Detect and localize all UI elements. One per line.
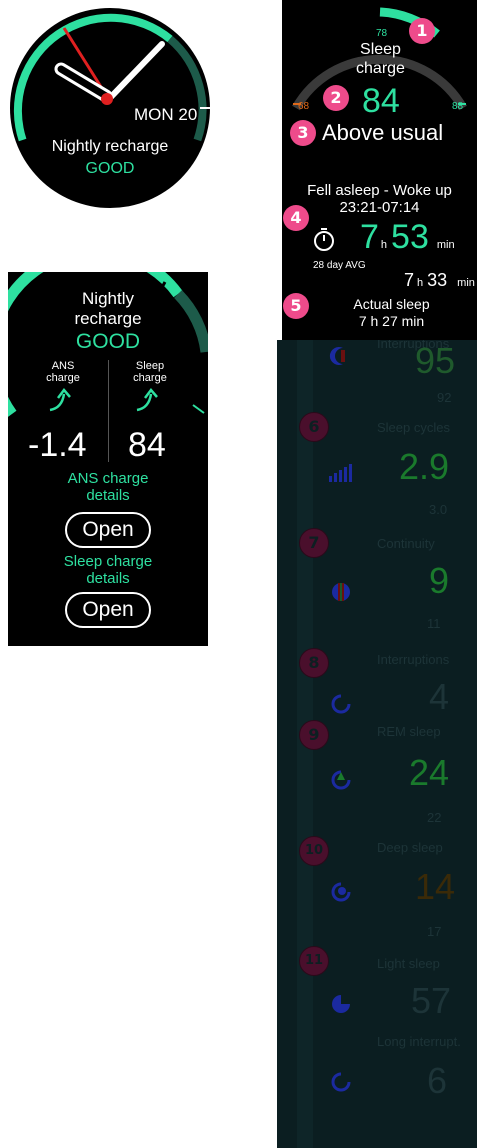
sleep-charge-title-line2: charge [356,60,405,77]
callout-badge-4: 4 [283,205,309,231]
avg-hours-unit: h [417,277,424,289]
sleep-charge-value: 84 [362,82,400,120]
callout-badge-7: 7 [299,528,329,558]
dim-rem-icon [331,770,351,790]
nightly-recharge-detail-screen: Nightly recharge GOOD ANS charge Sleep cha… [8,272,208,646]
list-item-sub: 3.0 [429,502,448,517]
duration-hours: 7 [360,218,379,256]
fell-asleep-label: Fell asleep - Woke up [307,182,452,199]
dimmed-sleep-details-list: Interruptions 95 92 Sleep cycles 2.9 3.0… [277,340,477,1148]
list-item-label: Light sleep [377,956,440,971]
recharge-title-line1: Nightly [82,289,134,308]
list-item-label: REM sleep [377,724,441,739]
ans-charge-value: -1.4 [28,426,87,464]
gauge-left-value: 68 [298,101,310,112]
avg-hours: 7 [404,270,415,290]
callout-badge-8: 8 [299,648,329,678]
callout-badge-3: 3 [290,120,316,146]
column-divider [108,360,109,462]
callout-badge-11: 11 [299,946,329,976]
dim-interrupt-icon [331,1072,351,1092]
list-item-value: 6 [427,1060,448,1101]
list-item-label: Long interrupt. [377,1034,461,1049]
actual-sleep-label: Actual sleep [353,296,430,312]
recharge-status: GOOD [75,330,141,353]
list-item-label: Interruptions [377,652,450,667]
list-item-sub: 11 [427,616,441,631]
date-display: MON 20 [134,105,198,124]
list-item-value: 14 [415,866,456,907]
list-item-value: 24 [409,752,450,793]
list-item-label: Sleep cycles [377,420,450,435]
list-item-value: 2.9 [399,446,450,487]
list-item-label: Deep sleep [377,840,443,855]
avg-duration: 7 h 33 min [404,270,475,291]
watch-face-nightly-recharge: MON 20 Nightly recharge GOOD [10,8,210,208]
ans-charge-details-label: ANS charge details [67,470,149,504]
list-item-value: 4 [429,676,450,717]
dim-moon-icon [329,347,345,365]
ans-trend-up-icon [49,388,71,412]
callout-badge-9: 9 [299,720,329,750]
duration-minutes-unit: min [436,239,455,251]
avg-label: 28 day AVG [313,260,366,271]
callout-badge-6: 6 [299,412,329,442]
stopwatch-icon [314,228,334,251]
open-sleep-details-button[interactable]: Open [65,592,151,628]
nightly-recharge-status: GOOD [85,160,135,177]
actual-sleep-value: 7 h 27 min [358,313,425,329]
sleep-charge-screen: 78 68 88 Sleep charge 84 Above usual Fel… [282,0,477,340]
duration-hours-unit: h [380,239,388,251]
nightly-recharge-title: Nightly recharge [51,138,169,155]
duration-minutes: 53 [391,218,429,256]
dim-continuity-icon [332,583,350,601]
sleep-charge-value: 84 [128,426,166,464]
dim-deep-icon [331,882,351,902]
dim-cycle-icon [331,694,351,714]
callout-badge-2: 2 [323,85,349,111]
recharge-title-line2: recharge [74,309,142,328]
callout-badge-1: 1 [409,18,435,44]
list-item-sub: 92 [437,390,452,405]
avg-minutes: 33 [427,270,448,290]
list-item-sub: 22 [427,810,442,825]
list-item-label: Continuity [377,536,435,551]
dim-light-icon [332,995,350,1013]
sleep-duration: 7 h 53 min [360,218,455,257]
gauge-right-value: 88 [452,101,464,112]
list-item-value: 95 [415,340,456,381]
sleep-charge-label: Sleep charge [133,360,167,384]
gauge-top-value: 78 [376,28,388,39]
dim-bars-icon [329,464,352,482]
avg-minutes-unit: min [457,277,475,289]
sleep-comparison: Above usual [322,120,444,145]
sleep-charge-details-label: Sleep charge details [63,553,153,587]
callout-badge-5: 5 [283,293,309,319]
list-item-value: 57 [411,980,452,1021]
open-ans-details-button[interactable]: Open [65,512,151,548]
ans-charge-label: ANS charge [46,360,80,384]
list-item-value: 9 [429,560,450,601]
callout-badge-10: 10 [299,836,329,866]
sleep-charge-title-line1: Sleep [360,41,401,58]
list-item-sub: 17 [427,924,442,939]
sleep-trend-up-icon [136,388,158,412]
fell-asleep-time: 23:21-07:14 [339,199,420,216]
